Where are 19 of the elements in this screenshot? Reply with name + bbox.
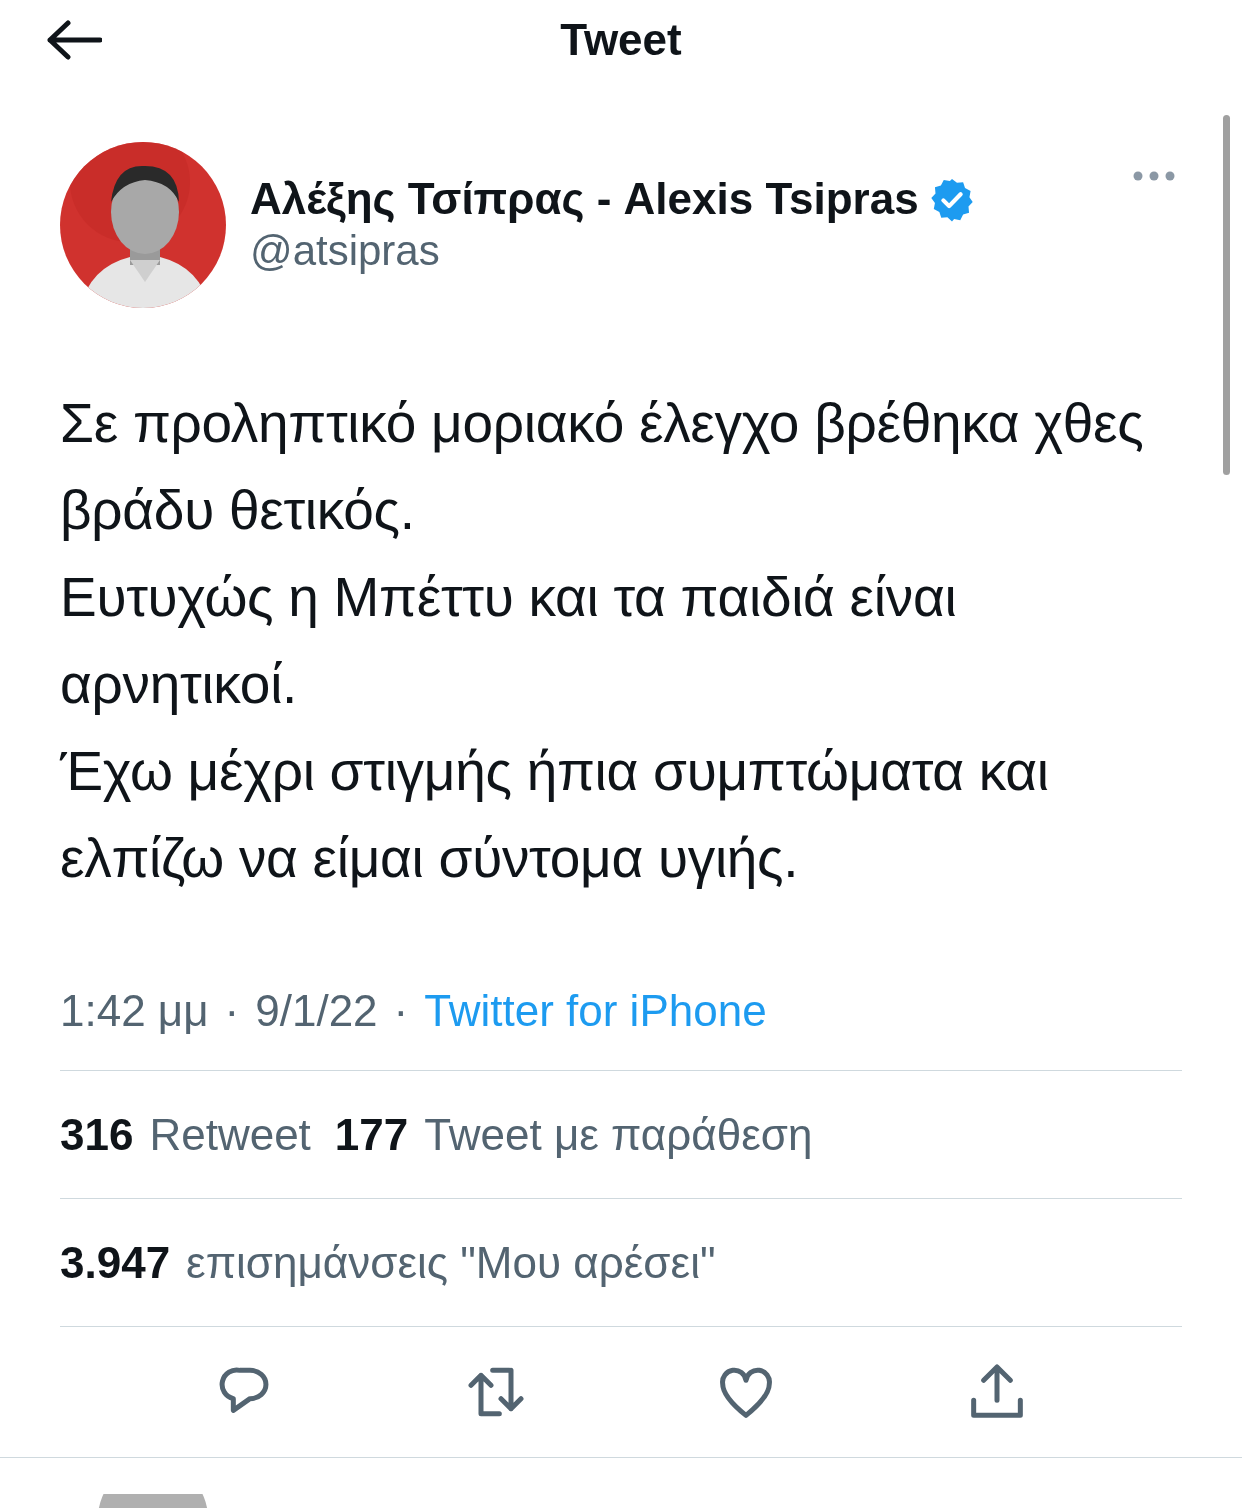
author-name: Αλέξης Τσίπρας - Alexis Tsipras — [250, 173, 919, 226]
more-options-icon[interactable] — [1132, 169, 1176, 182]
tweet-text: Ευτυχώς η Μπέττυ και τα παιδιά είναι αρνητικοί. — [60, 565, 958, 717]
back-arrow-icon[interactable] — [46, 20, 102, 60]
stat-label: επισημάνσεις "Μου αρέσει" — [186, 1236, 716, 1289]
stat-count: 3.947 — [60, 1236, 171, 1289]
tweet-time: 1:42 μμ — [60, 985, 209, 1037]
tweet-text: Έχω μέχρι στιγμής ήπια συμπτώματα και ελπίζω να είμαι σύντομα υγιής. — [60, 739, 1050, 891]
source-link[interactable]: Twitter for iPhone — [424, 978, 767, 1044]
separator-dot: · — [393, 985, 409, 1037]
stat-count: 177 — [334, 1108, 409, 1161]
stat-label: Retweet — [149, 1108, 311, 1161]
screen-title: Tweet — [560, 15, 682, 64]
stat-label: Tweet με παράθεση — [424, 1108, 813, 1161]
separator-dot: · — [224, 985, 240, 1037]
tweet-text: Σε προληπτικό μοριακό έλεγχο βρέθηκα χθες βράδυ θετικός. — [60, 391, 1145, 543]
author-handle: @atsipras — [250, 226, 441, 277]
stat-count: 316 — [60, 1108, 134, 1161]
tweet-date: 9/1/22 — [255, 985, 378, 1037]
